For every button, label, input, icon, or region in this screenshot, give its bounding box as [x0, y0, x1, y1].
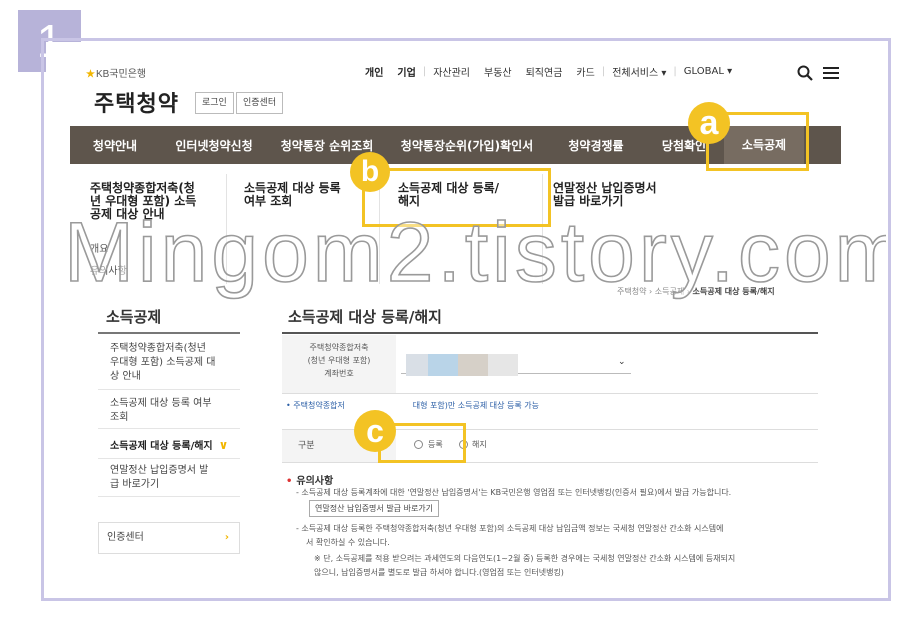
page-title: 소득공제 대상 등록/해지: [288, 308, 442, 326]
bullet-icon: •: [286, 476, 293, 487]
sidebar-item-registration-check[interactable]: 소득공제 대상 등록 여부 조회: [110, 397, 240, 425]
divider: [98, 428, 240, 429]
sidebar-item-label: 상 안내: [110, 371, 141, 382]
nav-online-apply[interactable]: 인터넷청약신청: [160, 137, 268, 154]
sidebar-cert-center-link[interactable]: 인증센터 ›: [98, 522, 240, 554]
util-card[interactable]: 카드: [569, 64, 601, 79]
annotation-marker-a: a: [688, 102, 730, 144]
nav-rank-certificate[interactable]: 청약통장순위(가입)확인서: [386, 137, 548, 154]
util-pension[interactable]: 퇴직연금: [519, 64, 570, 79]
menu-icon[interactable]: [823, 65, 839, 81]
sidebar-item-label: 소득공제 대상 등록/해지: [110, 441, 213, 452]
breadcrumb-current: 소득공제 대상 등록/해지: [692, 287, 775, 296]
util-personal[interactable]: 개인: [358, 64, 390, 79]
sidebar-item-payment-certificate[interactable]: 연말정산 납입증명서 발 급 바로가기: [110, 464, 240, 492]
label-text: (청년 우대형 포함): [307, 356, 371, 365]
cert-center-label: 인증센터: [107, 532, 144, 543]
issue-certificate-button[interactable]: 연말정산 납입증명서 발급 바로가기: [309, 500, 440, 517]
masked-account-number: [428, 354, 458, 376]
notice-text: • 주택청약종합저: [286, 401, 345, 410]
notice-text: 대형 포함)만 소득공제 대상 등록 가능: [412, 401, 540, 410]
sidebar-item-register-cancel[interactable]: 소득공제 대상 등록/해지 ∨: [110, 438, 240, 454]
nav-competition-rate[interactable]: 청약경쟁률: [548, 137, 644, 154]
submenu-payment-certificate[interactable]: 연말정산 납입증명서 발급 바로가기: [553, 182, 657, 208]
kb-star-icon: ★: [86, 69, 95, 80]
breadcrumb-section[interactable]: 소득공제: [655, 287, 684, 296]
chevron-down-icon: ∨: [218, 438, 229, 452]
divider: [282, 462, 818, 463]
sidebar-item-label: 연말정산 납입증명서 발: [110, 465, 209, 476]
masked-account-number: [458, 354, 488, 376]
util-all-services[interactable]: 전체서비스 ▾: [605, 64, 673, 79]
annotation-marker-c: c: [354, 410, 396, 452]
divider: [98, 458, 240, 459]
eligibility-notice: • 주택청약종합저 대형 포함)만 소득공제 대상 등록 가능: [286, 400, 539, 411]
label-text: 계좌번호: [324, 369, 354, 378]
cautions-heading: • 유의사항: [286, 472, 333, 487]
util-corporate[interactable]: 기업: [390, 64, 422, 79]
submenu-overview[interactable]: 개요: [90, 240, 108, 255]
divider: [282, 393, 818, 394]
masked-account-number: [406, 354, 428, 376]
caution-paragraph: 서 확인하실 수 있습니다.: [306, 538, 390, 547]
sidebar-item-label: 소득공제 대상 등록 여부: [110, 398, 212, 409]
divider: [98, 332, 240, 334]
nav-rank-check[interactable]: 청약통장 순위조회: [268, 137, 386, 154]
sidebar-item-label: 우대형 포함) 소득공제 대: [110, 357, 216, 368]
sidebar-item-label: 조회: [110, 412, 129, 423]
cancel-radio-label[interactable]: 해지: [472, 439, 487, 450]
login-button[interactable]: 로그인: [195, 92, 234, 114]
account-number-label: 주택청약종합저축 (청년 우대형 포함) 계좌번호: [282, 335, 396, 393]
submenu-text: 발급 바로가기: [553, 194, 624, 208]
kb-bank-logo[interactable]: ★KB국민은행: [86, 65, 146, 80]
masked-account-number: [488, 354, 518, 376]
kb-housing-subscription-page: ★KB국민은행 주택청약 로그인 인증센터 개인 기업 | 자산관리 부동산 퇴…: [46, 42, 886, 597]
submenu-registration-check[interactable]: 소득공제 대상 등록 여부 조회: [244, 182, 341, 208]
submenu-cautions[interactable]: 유의사항: [90, 262, 127, 277]
util-global[interactable]: GLOBAL ▾: [677, 66, 739, 77]
sidebar-item-deduction-guide[interactable]: 주택청약종합저축(청년 우대형 포함) 소득공제 대 상 안내: [110, 342, 240, 384]
caution-paragraph: ※ 단, 소득공제를 적용 받으려는 과세연도의 다음연도(1~2월 중) 등록…: [314, 554, 736, 563]
search-icon[interactable]: [797, 65, 813, 81]
kb-logo-text: KB국민은행: [95, 69, 147, 80]
annotation-marker-b: b: [350, 152, 390, 192]
breadcrumb: 주택청약 › 소득공제 › 소득공제 대상 등록/해지: [617, 286, 775, 297]
label-text: 주택청약종합저축: [309, 343, 369, 352]
divider: [98, 389, 240, 390]
cert-center-button[interactable]: 인증센터: [236, 92, 284, 114]
sidebar-item-label: 급 바로가기: [110, 479, 160, 490]
sidebar-item-label: 주택청약종합저축(청년: [110, 343, 206, 354]
submenu-deduction-guide[interactable]: 주택청약종합저축(청 년 우대형 포함) 소득 공제 대상 안내: [90, 182, 196, 221]
divider: [226, 174, 227, 284]
divider: [282, 332, 818, 334]
util-realestate[interactable]: 부동산: [477, 64, 519, 79]
caution-paragraph: 않으니, 납입증명서를 별도로 발급 하셔야 합니다.(영업점 또는 인터넷뱅킹…: [314, 568, 564, 577]
submenu-text: 공제 대상 안내: [90, 207, 165, 221]
top-utility-nav: 개인 기업 | 자산관리 부동산 퇴직연금 카드 | 전체서비스 ▾ | GLO…: [358, 64, 739, 79]
util-asset[interactable]: 자산관리: [426, 64, 477, 79]
breadcrumb-home[interactable]: 주택청약: [617, 287, 646, 296]
site-title[interactable]: 주택청약: [94, 86, 179, 118]
annotation-box-b: [362, 168, 551, 227]
chevron-right-icon: ›: [224, 532, 229, 543]
nav-subscription-guide[interactable]: 청약안내: [70, 137, 160, 154]
caution-paragraph: - 소득공제 대상 등록계좌에 대한 '연말정산 납입증명서'는 KB국민은행 …: [296, 488, 732, 497]
sidebar-title: 소득공제: [106, 308, 162, 326]
submenu-text: 여부 조회: [244, 194, 293, 208]
caution-paragraph: - 소득공제 대상 등록한 주택청약종합저축(청년 우대형 포함)의 소득공제 …: [296, 524, 724, 533]
chevron-down-icon[interactable]: ⌄: [618, 357, 626, 367]
divider: [98, 496, 240, 497]
